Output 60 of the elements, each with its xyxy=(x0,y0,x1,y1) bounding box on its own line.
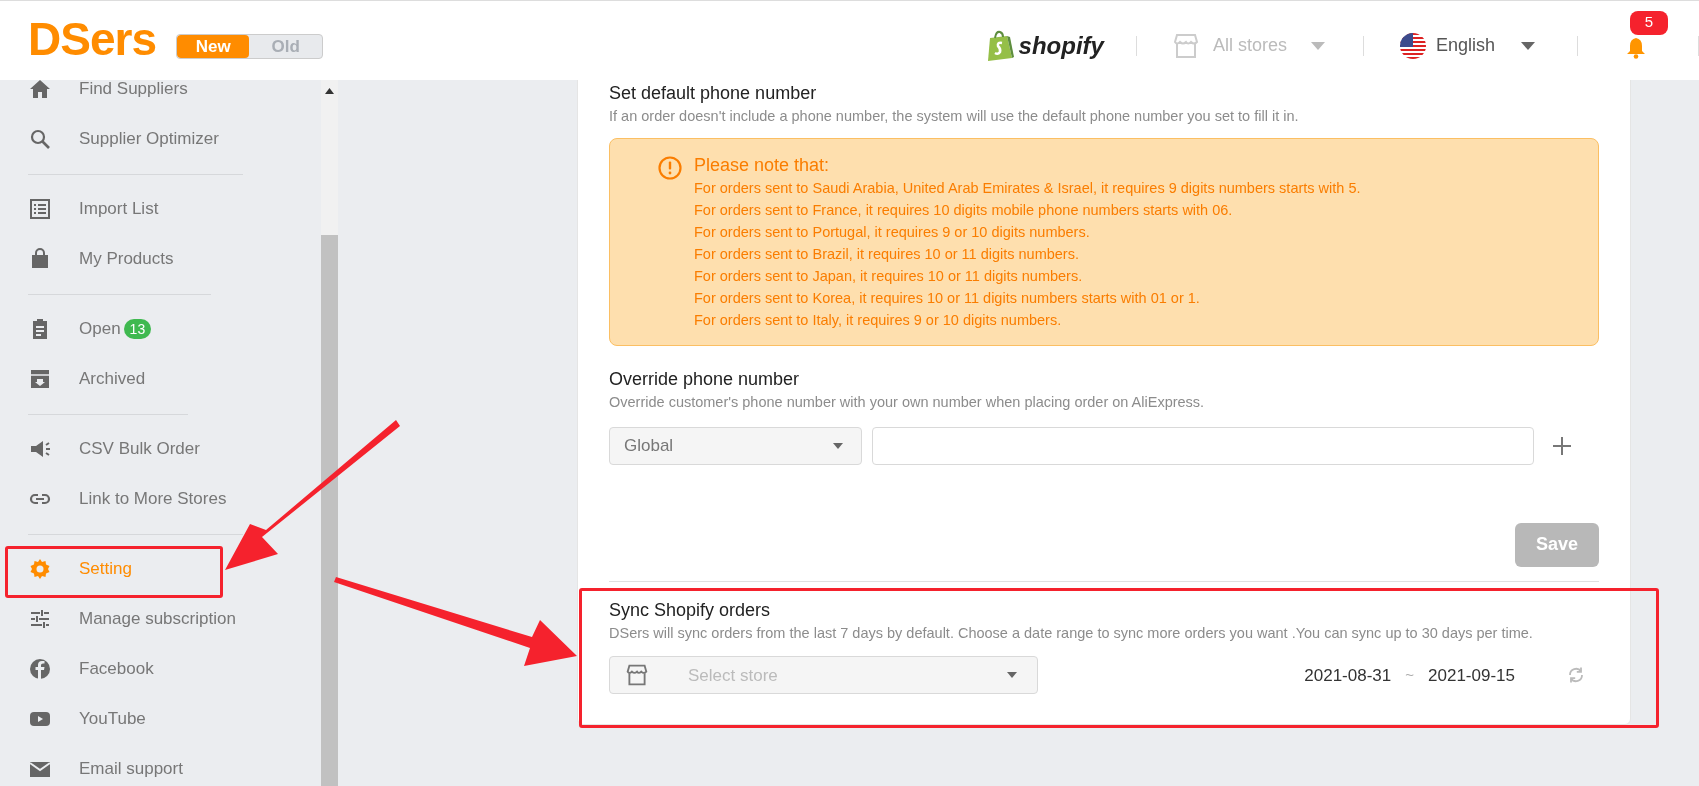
phone-input[interactable] xyxy=(872,426,1534,465)
warning-icon xyxy=(658,155,682,180)
list-icon xyxy=(28,197,52,221)
circle-letter-f-icon xyxy=(28,657,52,681)
note-line: For orders sent to Korea, it requires 10 or 11 digits numbers starts with 01 or 1. xyxy=(694,288,1201,308)
section-description: DSers will sync orders from the last 7 days by default. Choose a date range to sync more orders you want .You can sync up to 30 days per time. xyxy=(609,623,1534,643)
platform-name: shopify xyxy=(1018,30,1104,61)
sidebar-link[interactable]: CSV Bulk Order xyxy=(79,436,200,462)
sidebar-link[interactable]: Import List xyxy=(79,196,159,222)
section-description: Override customer's phone number with your own number when placing order on AliExpress. xyxy=(609,392,1206,412)
caret-icon xyxy=(1521,41,1535,50)
section-description: If an order doesn't include a phone number, the system will use the default phone number you set to fill it in. xyxy=(609,107,1300,126)
section-title: Override phone number xyxy=(609,367,801,390)
version-tab[interactable]: New xyxy=(176,35,250,58)
sidebar-link[interactable]: YouTube xyxy=(79,706,146,732)
sidebar-link[interactable]: Archived xyxy=(79,366,146,392)
sidebar-link[interactable]: Find Suppliers xyxy=(79,76,188,102)
note-line: For orders sent to Portugal, it requires 9 or 10 digits numbers. xyxy=(694,222,1091,242)
caret-icon xyxy=(833,442,843,449)
section-title: Set default phone number xyxy=(609,82,818,104)
caret-icon xyxy=(1310,41,1325,50)
caret-icon xyxy=(1007,672,1017,679)
bell-icon[interactable] xyxy=(1626,36,1646,59)
sidebar-link[interactable]: Open xyxy=(79,316,121,342)
note-title: Please note that: xyxy=(694,153,831,177)
sidebar-link[interactable]: Supplier Optimizer xyxy=(79,126,219,152)
sidebar-link[interactable]: Link to More Stores xyxy=(79,486,227,512)
note-line: For orders sent to Saudi Arabia, United Arab Emirates & Israel, it requires 9 digits numbers starts with 5. xyxy=(694,178,1361,198)
home-icon xyxy=(28,77,52,101)
note-line: For orders sent to Japan, it requires 10 or 11 digits numbers. xyxy=(694,266,1084,286)
sidebar-link[interactable]: Facebook xyxy=(79,656,154,682)
scroll-up-icon[interactable] xyxy=(325,88,334,94)
end-date: 2021-09-15 xyxy=(1428,664,1515,687)
note-line: For orders sent to France, it requires 10 digits mobile phone numbers starts with 06. xyxy=(694,200,1234,220)
start-date: 2021-08-31 xyxy=(1304,664,1392,687)
language-selector[interactable]: English xyxy=(1399,32,1535,59)
flag-icon xyxy=(1399,32,1426,59)
gear-icon xyxy=(28,557,52,581)
sidebar-link[interactable]: Manage subscription xyxy=(79,606,236,632)
notification-count: 5 xyxy=(1630,10,1668,35)
country-select[interactable]: Global xyxy=(609,426,862,465)
refresh-icon[interactable] xyxy=(1567,666,1585,685)
section-title: Sync Shopify orders xyxy=(609,598,772,621)
count-badge: 13 xyxy=(123,319,152,339)
shopping-bag-icon xyxy=(986,30,1014,61)
logo: DSers xyxy=(28,12,156,67)
date-separator: ~ xyxy=(1405,665,1415,685)
scrollbar-thumb[interactable] xyxy=(321,235,338,786)
add-icon[interactable] xyxy=(1552,435,1572,456)
note-line: For orders sent to Brazil, it requires 10 or 11 digits numbers. xyxy=(694,244,1080,264)
note-line: For orders sent to Italy, it requires 9 or 10 digits numbers. xyxy=(694,310,1063,330)
sidebar-link[interactable]: Email support xyxy=(79,756,183,782)
sidebar-link[interactable]: Setting xyxy=(79,556,132,582)
store-icon xyxy=(1172,32,1199,59)
sliders-icon xyxy=(28,607,52,631)
sidebar-link[interactable]: My Products xyxy=(79,246,174,272)
store-icon xyxy=(626,664,648,687)
date-range-picker[interactable]: 2021-08-31 ~ 2021-09-15 xyxy=(1304,662,1585,688)
archive-box-icon xyxy=(28,367,52,391)
search-icon xyxy=(28,127,52,151)
